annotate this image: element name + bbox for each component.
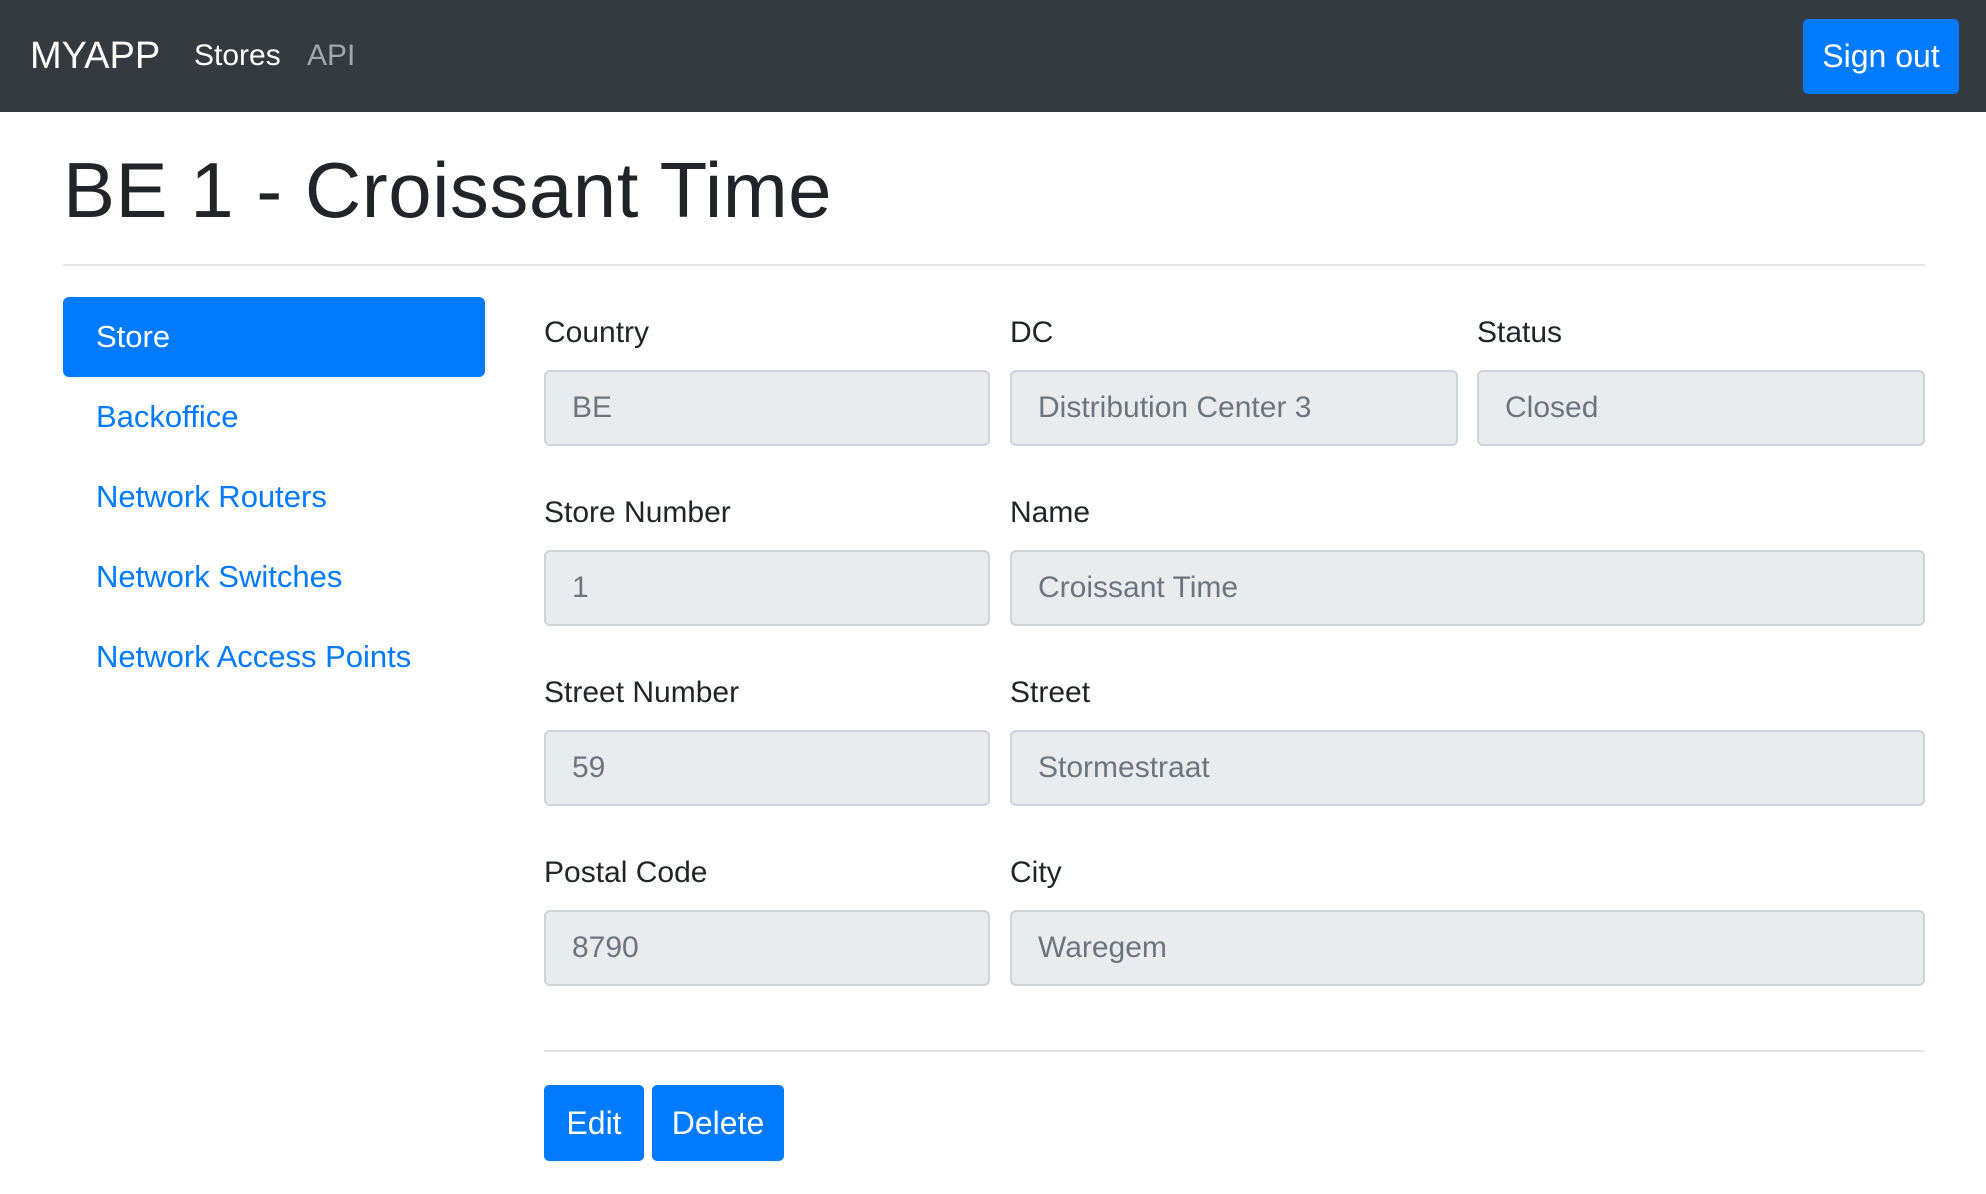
page-title: BE 1 - Croissant Time <box>63 146 833 234</box>
nav-link-stores[interactable]: Stores <box>194 34 281 78</box>
city-label: City <box>1010 856 1062 889</box>
street-number-field[interactable] <box>544 730 990 806</box>
city-field[interactable] <box>1010 910 1925 986</box>
postal-code-label: Postal Code <box>544 856 708 889</box>
nav-link-api[interactable]: API <box>307 34 355 78</box>
country-label: Country <box>544 316 650 349</box>
top-navbar: MYAPP Stores API Sign out <box>0 0 1986 112</box>
title-divider <box>63 264 1925 266</box>
edit-button[interactable]: Edit <box>544 1085 644 1161</box>
brand-logo[interactable]: MYAPP <box>30 30 160 82</box>
sign-out-button[interactable]: Sign out <box>1803 19 1959 94</box>
status-field[interactable] <box>1477 370 1925 446</box>
sidebar-item-network-routers[interactable]: Network Routers <box>63 457 485 537</box>
name-label: Name <box>1010 496 1091 529</box>
delete-button[interactable]: Delete <box>652 1085 784 1161</box>
street-field[interactable] <box>1010 730 1925 806</box>
street-number-label: Street Number <box>544 676 740 709</box>
dc-label: DC <box>1010 316 1054 349</box>
dc-field[interactable] <box>1010 370 1458 446</box>
postal-code-field[interactable] <box>544 910 990 986</box>
sidebar-item-backoffice[interactable]: Backoffice <box>63 377 485 457</box>
store-number-label: Store Number <box>544 496 731 529</box>
form-divider <box>544 1050 1925 1052</box>
country-field[interactable] <box>544 370 990 446</box>
sidebar-item-store[interactable]: Store <box>63 297 485 377</box>
status-label: Status <box>1477 316 1563 349</box>
street-label: Street <box>1010 676 1091 709</box>
sidebar-item-network-switches[interactable]: Network Switches <box>63 537 485 617</box>
sidebar-item-network-access-points[interactable]: Network Access Points <box>63 617 485 697</box>
store-number-field[interactable] <box>544 550 990 626</box>
name-field[interactable] <box>1010 550 1925 626</box>
